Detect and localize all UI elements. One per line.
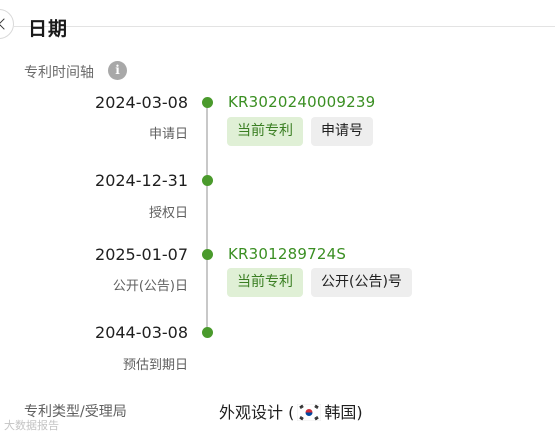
event-kind: 授权日 (148, 206, 188, 221)
publication-number-tag: 公开(公告)号 (311, 268, 412, 297)
patent-type-value: 外观设计 ( 韩国) (219, 399, 363, 423)
current-patent-tag: 当前专利 (227, 117, 303, 146)
application-number-link[interactable]: KR3020240009239 (228, 93, 375, 111)
info-icon[interactable]: i (108, 61, 127, 80)
country-name: 韩国 (324, 403, 357, 422)
timeline-line (206, 102, 208, 332)
event-date: 2024-03-08 (95, 93, 188, 112)
back-button[interactable] (0, 9, 14, 39)
timeline-dot (202, 249, 213, 260)
timeline-dot (202, 327, 213, 338)
chevron-left-icon (0, 18, 10, 30)
patent-type-suffix: ) (356, 403, 363, 422)
current-patent-tag: 当前专利 (227, 268, 303, 297)
section-title: 日期 (28, 18, 69, 40)
timeline-label: 专利时间轴 (24, 65, 94, 81)
patent-type-text: 外观设计 ( (219, 403, 295, 422)
application-number-tag: 申请号 (311, 117, 373, 146)
event-kind: 公开(公告)日 (112, 279, 188, 294)
event-date: 2044-03-08 (95, 323, 188, 342)
south-korea-flag-icon (297, 404, 322, 421)
publication-number-link[interactable]: KR301289724S (228, 245, 346, 263)
header-divider (14, 26, 555, 27)
event-date: 2024-12-31 (95, 171, 188, 190)
event-kind: 预估到期日 (122, 358, 188, 373)
timeline-dot (202, 97, 213, 108)
event-date: 2025-01-07 (95, 245, 188, 264)
timeline-dot (202, 175, 213, 186)
watermark: 大数据报告 (4, 419, 59, 432)
event-kind: 申请日 (148, 127, 188, 142)
